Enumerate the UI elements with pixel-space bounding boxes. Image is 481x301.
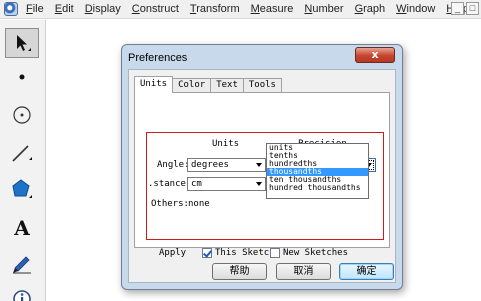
arrow-select-tool[interactable] — [5, 28, 39, 58]
menu-item-label: indow — [406, 3, 436, 15]
preferences-dialog: Preferences x Units Color Text Tools Uni… — [121, 44, 403, 290]
info-icon — [13, 290, 31, 301]
polygon-icon — [12, 179, 32, 198]
tab-color[interactable]: Color — [172, 78, 212, 93]
apply-label: Apply — [159, 248, 187, 258]
others-value: none — [188, 199, 210, 209]
menu-item-mnemonic: G — [354, 3, 364, 15]
compass-circle-icon — [13, 106, 31, 124]
others-label: Others: — [151, 199, 189, 209]
menu-item[interactable]: Measure — [246, 3, 300, 15]
menu-item[interactable]: Transform — [185, 3, 246, 15]
straightedge-tool[interactable] — [5, 138, 39, 168]
precision-option[interactable]: hundred thousandths — [267, 184, 368, 192]
menu-item-label: easure — [259, 3, 294, 15]
this-sketch-checkbox[interactable] — [202, 248, 212, 258]
precision-dropdown-list: units tenths hundredths thousandths ten thou… — [266, 143, 369, 199]
tab-strip: Units Color Text Tools — [134, 76, 282, 93]
point-tool[interactable] — [5, 62, 39, 92]
cancel-button[interactable]: 取消 — [276, 263, 331, 280]
tab-tools[interactable]: Tools — [242, 78, 282, 93]
menu-item-mnemonic: W — [396, 3, 407, 15]
menu-item-mnemonic: C — [131, 3, 140, 15]
angle-unit-value: degrees — [191, 160, 229, 170]
menu-item-mnemonic: D — [84, 3, 93, 15]
distance-unit-value: cm — [191, 179, 202, 189]
menu-item[interactable]: Graph — [350, 3, 392, 15]
polygon-tool[interactable] — [5, 175, 39, 205]
tool-palette: A — [0, 20, 46, 301]
menu-items: File Edit Display Construct Transform Measure… — [21, 3, 475, 15]
tab-units[interactable]: Units — [134, 76, 174, 93]
menu-item[interactable]: Edit — [50, 3, 80, 15]
menu-item-label: ile — [32, 3, 44, 15]
menu-item[interactable]: Window — [391, 3, 441, 15]
menu-item[interactable]: File — [21, 3, 50, 15]
text-tool-glyph: A — [14, 216, 30, 240]
menu-bar: File Edit Display Construct Transform Measure… — [0, 0, 481, 19]
point-icon — [19, 74, 25, 80]
window-controls: _ □ — [451, 2, 479, 15]
this-sketch-label: This Sketch — [215, 248, 275, 258]
menu-item-mnemonic: F — [26, 3, 33, 15]
menu-item-label: dit — [62, 3, 74, 15]
menu-item[interactable]: Construct — [127, 3, 185, 15]
menu-item-label: ransform — [196, 3, 240, 15]
units-column-header: Units — [212, 139, 240, 149]
ok-button[interactable]: 确定 — [339, 263, 394, 280]
compass-tool[interactable] — [5, 100, 39, 130]
menu-item[interactable]: Display — [80, 3, 127, 15]
chevron-down-icon — [256, 163, 262, 167]
close-icon: x — [371, 48, 379, 61]
menu-item-label: umber — [312, 3, 344, 15]
distance-label: .stance: — [148, 179, 192, 189]
dialog-title: Preferences — [128, 52, 188, 64]
line-icon — [12, 145, 32, 162]
text-tool[interactable]: A — [5, 213, 39, 243]
marker-tool[interactable] — [5, 248, 39, 278]
new-sketches-checkbox[interactable] — [270, 248, 280, 258]
menu-item-mnemonic: M — [250, 3, 260, 15]
menu-item-label: isplay — [92, 3, 121, 15]
angle-label: Angle: — [157, 160, 190, 170]
close-button[interactable]: x — [355, 47, 395, 63]
new-sketches-label: New Sketches — [283, 248, 349, 258]
arrow-icon — [17, 35, 31, 51]
help-button[interactable]: 帮助 — [212, 263, 267, 280]
chevron-down-icon — [256, 182, 262, 186]
angle-unit-select[interactable]: degrees — [187, 158, 266, 172]
minimize-button[interactable]: _ — [451, 2, 464, 15]
maximize-button[interactable]: □ — [466, 2, 479, 15]
menu-item-label: raph — [363, 3, 386, 15]
tab-text[interactable]: Text — [210, 78, 244, 93]
marker-pen-icon — [13, 256, 31, 274]
distance-unit-select[interactable]: cm — [187, 177, 266, 191]
information-tool[interactable] — [5, 282, 39, 301]
menu-item-mnemonic: E — [54, 3, 63, 15]
menu-item-label: onstruct — [139, 3, 179, 15]
app-icon[interactable] — [4, 2, 18, 16]
menu-item[interactable]: Number — [299, 3, 349, 15]
